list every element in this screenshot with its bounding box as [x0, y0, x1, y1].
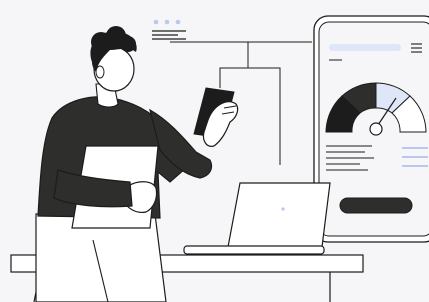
dashboard-device — [313, 15, 429, 243]
decorative-text-lines — [152, 30, 186, 40]
dashboard-action-pill — [339, 197, 413, 214]
laptop — [183, 182, 331, 255]
dashboard-header-bar — [329, 44, 401, 51]
gauge-hub — [369, 122, 383, 136]
three-dots-icon — [153, 19, 181, 25]
illustration-canvas — [10, 15, 429, 302]
illustration-scene — [0, 0, 429, 302]
